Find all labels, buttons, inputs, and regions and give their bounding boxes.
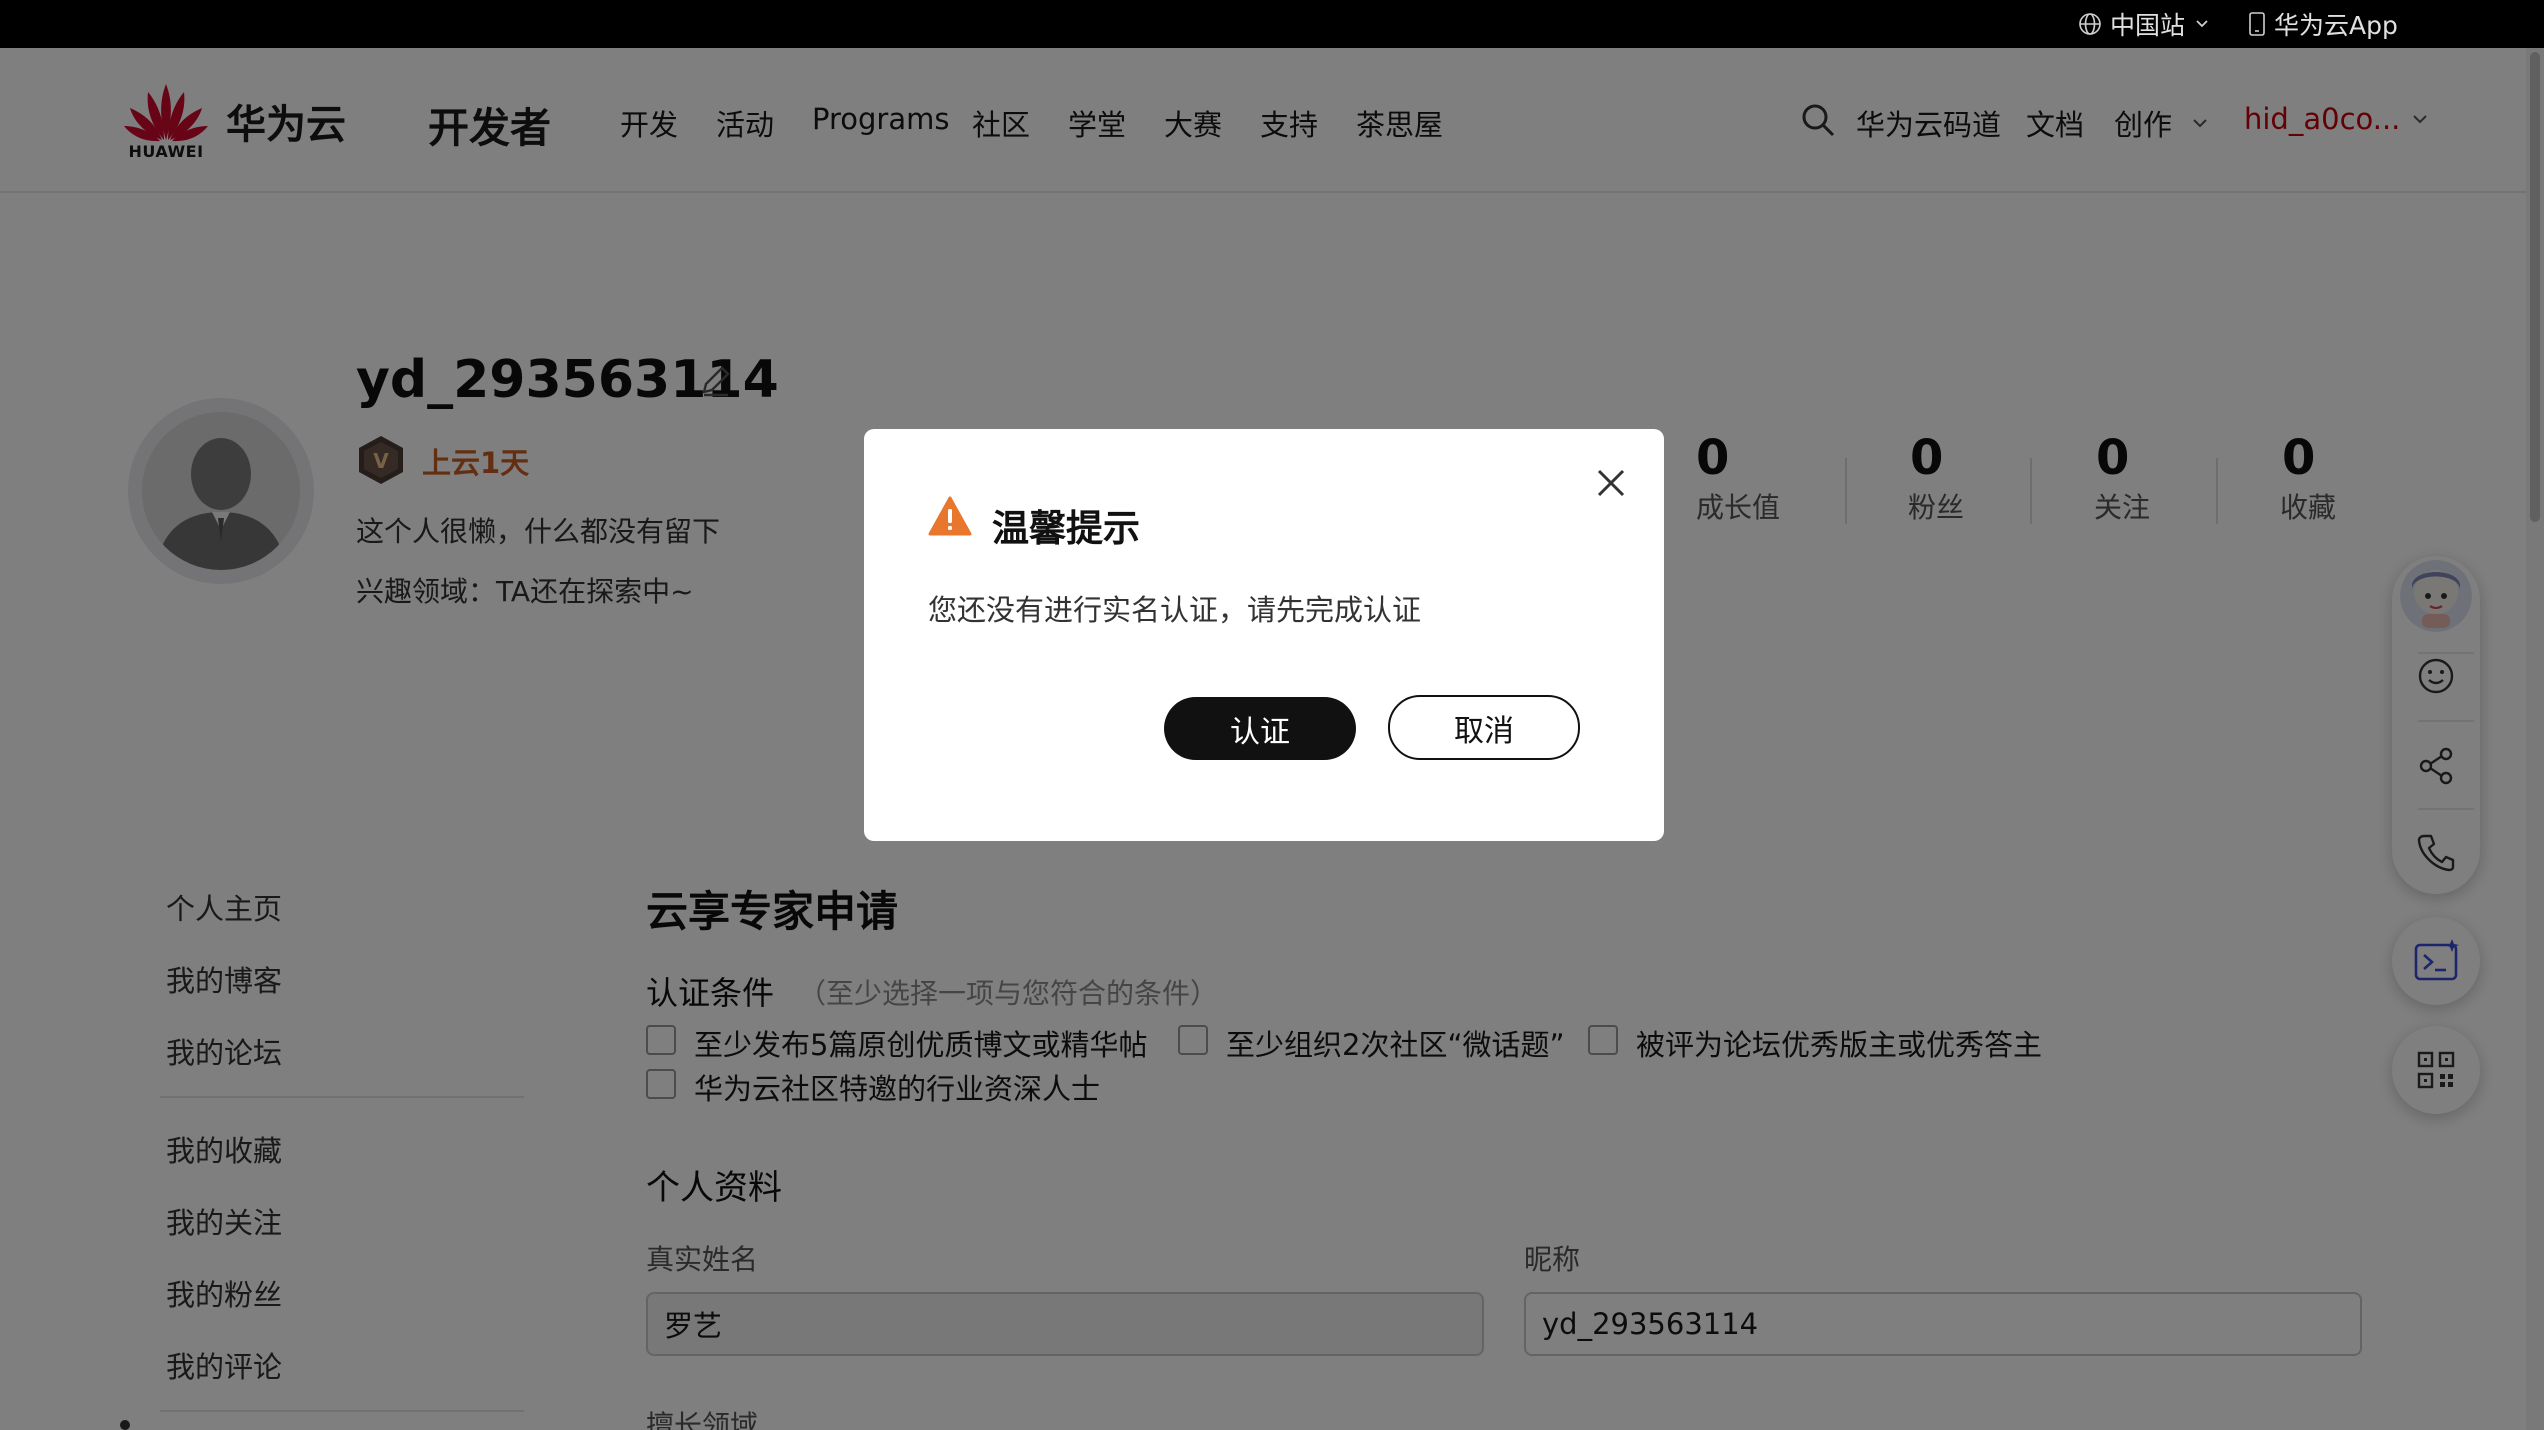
cancel-button[interactable]: 取消 xyxy=(1388,695,1580,760)
globe-icon xyxy=(2079,13,2101,35)
region-label: 中国站 xyxy=(2110,11,2186,40)
top-bar: 中国站 华为云App xyxy=(0,0,2544,48)
region-selector[interactable]: 中国站 xyxy=(2078,0,2211,48)
warning-icon xyxy=(928,496,972,538)
verify-button[interactable]: 认证 xyxy=(1164,697,1356,760)
dialog-title: 温馨提示 xyxy=(992,507,1140,550)
chevron-down-icon xyxy=(2196,20,2208,28)
alert-dialog xyxy=(864,429,1664,841)
dialog-message: 您还没有进行实名认证，请先完成认证 xyxy=(928,593,1422,627)
app-link[interactable]: 华为云App xyxy=(2248,0,2398,48)
phone-icon xyxy=(2249,12,2265,36)
app-label: 华为云App xyxy=(2274,11,2398,40)
close-icon[interactable] xyxy=(1596,468,1626,498)
